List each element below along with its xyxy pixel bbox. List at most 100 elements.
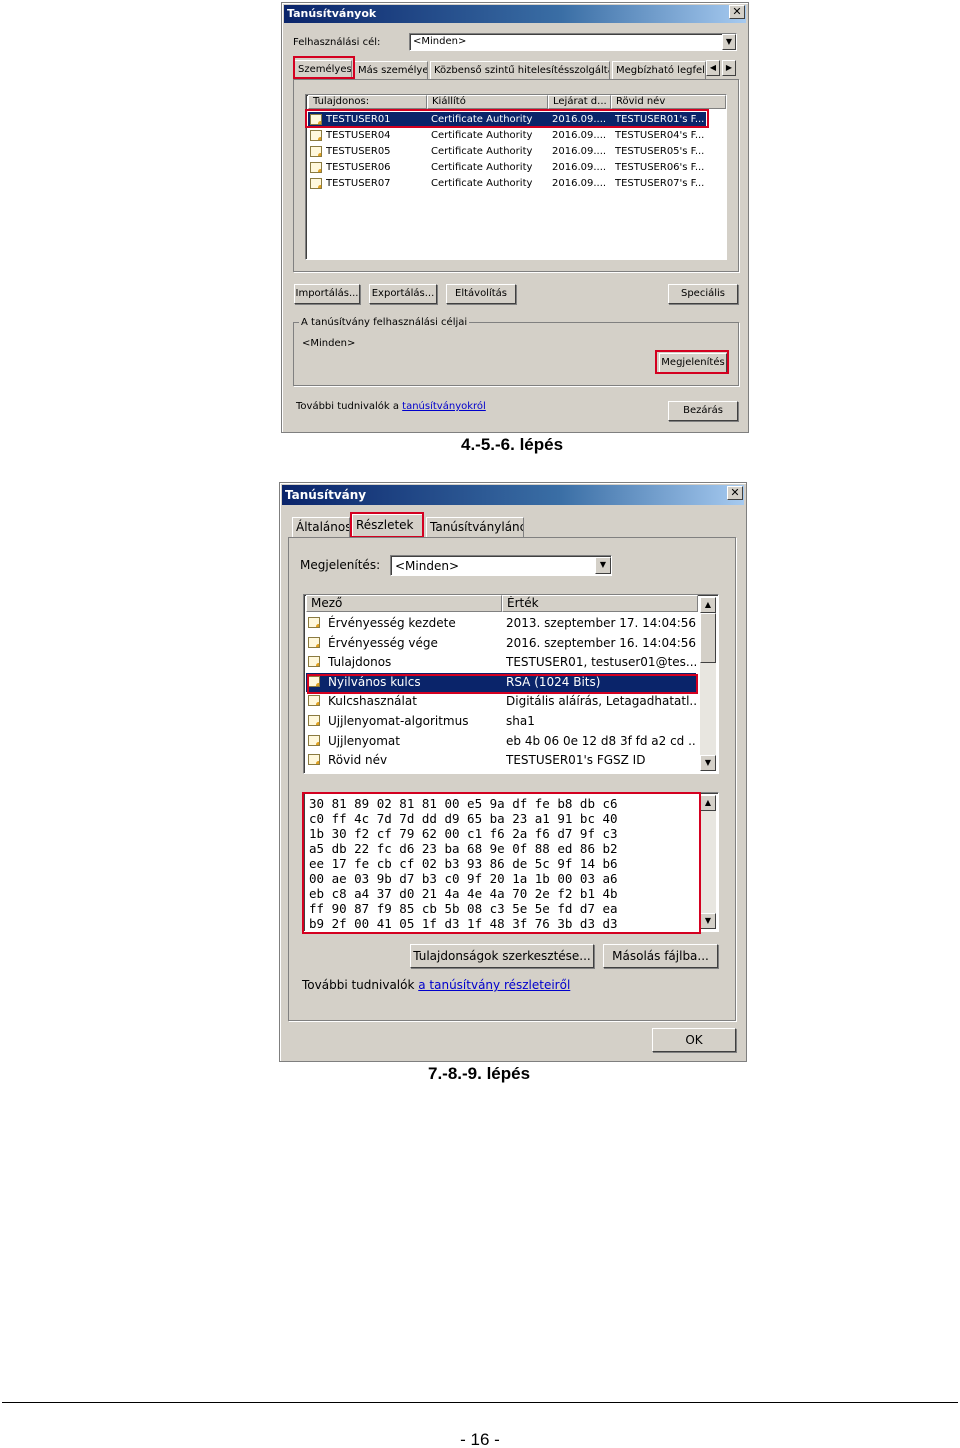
purposes-group-title: A tanúsítvány felhasználási céljai xyxy=(299,317,470,328)
field-list-scrollbar[interactable]: ▲ ▼ xyxy=(700,597,716,771)
info-text: További tudnivalók a tanúsítvány részlet… xyxy=(302,978,570,992)
value-scrollbar[interactable]: ▲ ▼ xyxy=(700,795,716,929)
purpose-label: Felhasználási cél: xyxy=(293,37,381,48)
close-icon[interactable]: ✕ xyxy=(727,486,743,500)
import-button[interactable]: Importálás... xyxy=(294,284,360,304)
tab-scroll-right-icon[interactable]: ▶ xyxy=(722,60,736,76)
info-link[interactable]: tanúsítványokról xyxy=(402,401,486,412)
scroll-down-icon[interactable]: ▼ xyxy=(700,913,716,929)
caption-steps-4-6: 4.-5.-6. lépés xyxy=(461,435,564,454)
tab-trusted-root[interactable]: Megbízható legfelső xyxy=(612,61,706,79)
field-row[interactable]: Érvényesség kezdete 2013. szeptember 17. … xyxy=(306,614,696,633)
certificate-cell: Certificate Authority xyxy=(431,130,533,141)
view-button[interactable]: Megjelenítés xyxy=(659,353,727,373)
remove-button[interactable]: Eltávolítás xyxy=(446,284,516,304)
certificate-cell: 2016.09.... xyxy=(552,162,607,173)
field-value: Digitális aláírás, Letagadhatatl... xyxy=(506,694,696,709)
certificate-list[interactable]: Tulajdonos: Kiállító Lejárat d... Rövid … xyxy=(305,94,727,260)
certificate-row[interactable]: TESTUSER05 Certificate Authority 2016.09..… xyxy=(308,144,706,160)
tab-general[interactable]: Általános xyxy=(292,517,350,537)
show-value: <Minden> xyxy=(395,559,460,573)
field-row[interactable]: Ujjlenyomat-algoritmus sha1 xyxy=(306,712,696,731)
footer-divider xyxy=(2,1402,958,1403)
field-icon xyxy=(308,636,320,648)
field-icon xyxy=(308,734,320,746)
ok-button[interactable]: OK xyxy=(652,1028,736,1052)
certificate-cell: TESTUSER04 xyxy=(326,130,391,141)
field-row[interactable]: Kulcshasználat Digitális aláírás, Letagad… xyxy=(306,692,696,711)
tab-other-people[interactable]: Más személyek xyxy=(354,61,428,79)
hex-value-text: 30 81 89 02 81 81 00 e5 9a df fe b8 db c… xyxy=(309,796,618,931)
chevron-down-icon[interactable]: ▼ xyxy=(595,557,611,574)
tab-label: Személyes xyxy=(298,64,352,75)
scroll-thumb[interactable] xyxy=(700,613,716,663)
certificate-cell: Certificate Authority xyxy=(431,146,533,157)
tab-personal[interactable]: Személyes xyxy=(294,60,352,78)
copy-to-file-button[interactable]: Másolás fájlba... xyxy=(603,944,718,968)
column-header-expiry[interactable]: Lejárat d... xyxy=(548,95,611,109)
export-button[interactable]: Exportálás... xyxy=(369,284,437,304)
field-list[interactable]: Mező Érték Érvényesség kezdete 2013. szep… xyxy=(303,594,719,774)
field-value: 2013. szeptember 17. 14:04:56 xyxy=(506,616,696,630)
edit-properties-button[interactable]: Tulajdonságok szerkesztése... xyxy=(410,944,594,968)
certificate-row[interactable]: TESTUSER07 Certificate Authority 2016.09..… xyxy=(308,176,706,192)
scroll-up-icon[interactable]: ▲ xyxy=(700,597,716,613)
field-value: TESTUSER01's FGSZ ID xyxy=(506,753,646,768)
certificate-row[interactable]: TESTUSER06 Certificate Authority 2016.09..… xyxy=(308,160,706,176)
certificate-cell: TESTUSER06's F... xyxy=(615,162,705,173)
info-link[interactable]: a tanúsítvány részleteiről xyxy=(418,978,570,992)
certificate-cell: TESTUSER05 xyxy=(326,146,391,157)
scroll-up-icon[interactable]: ▲ xyxy=(700,795,716,811)
value-detail-box[interactable]: 30 81 89 02 81 81 00 e5 9a df fe b8 db c… xyxy=(303,792,719,932)
certificate-row[interactable]: TESTUSER01 Certificate Authority 2016.09..… xyxy=(308,112,706,128)
show-label: Megjelenítés: xyxy=(300,558,381,572)
field-row[interactable]: Ujjlenyomat eb 4b 06 0e 12 d8 3f fd a2 cd… xyxy=(306,732,696,751)
show-dropdown[interactable]: <Minden> ▼ xyxy=(390,555,612,576)
tab-details[interactable]: Részletek xyxy=(352,514,424,537)
hex-line: eb c8 a4 37 d0 21 4a 4e 4a 70 2e f2 b1 4… xyxy=(309,886,618,901)
certificate-cell: 2016.09.... xyxy=(552,178,607,189)
field-row[interactable]: Érvényesség vége 2016. szeptember 16. 14:… xyxy=(306,634,696,653)
purposes-value: <Minden> xyxy=(302,338,356,349)
hex-line: 30 81 89 02 81 81 00 e5 9a df fe b8 db c… xyxy=(309,796,618,811)
field-icon xyxy=(308,675,320,687)
certificate-row[interactable]: TESTUSER04 Certificate Authority 2016.09..… xyxy=(308,128,706,144)
column-header-friendly-name[interactable]: Rövid név xyxy=(611,95,726,109)
info-prefix: További tudnivalók a xyxy=(296,401,403,412)
close-button[interactable]: Bezárás xyxy=(668,401,738,421)
field-value: RSA (1024 Bits) xyxy=(506,674,601,689)
certificates-dialog: Tanúsítványok ✕ Felhasználási cél: <Mind… xyxy=(281,2,749,433)
dialog-title: Tanúsítványok xyxy=(284,5,746,23)
tab-label: Más személyek xyxy=(358,65,428,76)
column-header-field[interactable]: Mező xyxy=(306,595,502,612)
scroll-down-icon[interactable]: ▼ xyxy=(700,755,716,771)
tab-intermediate-ca[interactable]: Közbenső szintű hitelesítésszolgáltatók xyxy=(430,61,610,79)
field-value: TESTUSER01, testuser01@tes... xyxy=(506,655,696,670)
field-name: Érvényesség vége xyxy=(328,635,438,650)
field-icon xyxy=(308,695,320,707)
tab-certification-path[interactable]: Tanúsítványlánc xyxy=(426,517,524,537)
hex-line: c0 ff 4c 7d 7d dd d9 65 ba 23 a1 91 bc 4… xyxy=(309,811,618,826)
field-row[interactable]: Rövid név TESTUSER01's FGSZ ID xyxy=(306,751,696,770)
tab-scroll-left-icon[interactable]: ◀ xyxy=(706,60,720,76)
field-name: Tulajdonos xyxy=(328,655,392,670)
certificate-cell: 2016.09.... xyxy=(552,146,607,157)
certificate-cell: TESTUSER01 xyxy=(326,114,391,125)
column-header-value[interactable]: Érték xyxy=(502,595,698,612)
field-row[interactable]: Nyilvános kulcs RSA (1024 Bits) xyxy=(306,672,696,692)
field-row[interactable]: Tulajdonos TESTUSER01, testuser01@tes... xyxy=(306,653,696,672)
advanced-button[interactable]: Speciális xyxy=(668,284,738,304)
tab-label: Általános xyxy=(296,520,350,534)
certificate-cell: TESTUSER06 xyxy=(326,162,391,173)
certificate-cell: 2016.09.... xyxy=(552,114,607,125)
chevron-down-icon[interactable]: ▼ xyxy=(722,34,736,50)
certificate-cell: TESTUSER07's F... xyxy=(615,178,705,189)
field-value: eb 4b 06 0e 12 d8 3f fd a2 cd ... xyxy=(506,733,696,748)
column-header-issuer[interactable]: Kiállító xyxy=(427,95,548,109)
close-icon[interactable]: ✕ xyxy=(729,5,745,19)
certificate-cell: TESTUSER04's F... xyxy=(615,130,705,141)
purpose-dropdown[interactable]: <Minden> ▼ xyxy=(409,33,737,51)
field-name: Kulcshasználat xyxy=(328,694,417,709)
column-header-owner[interactable]: Tulajdonos: xyxy=(308,95,427,109)
page-number: - 16 - xyxy=(460,1430,500,1448)
